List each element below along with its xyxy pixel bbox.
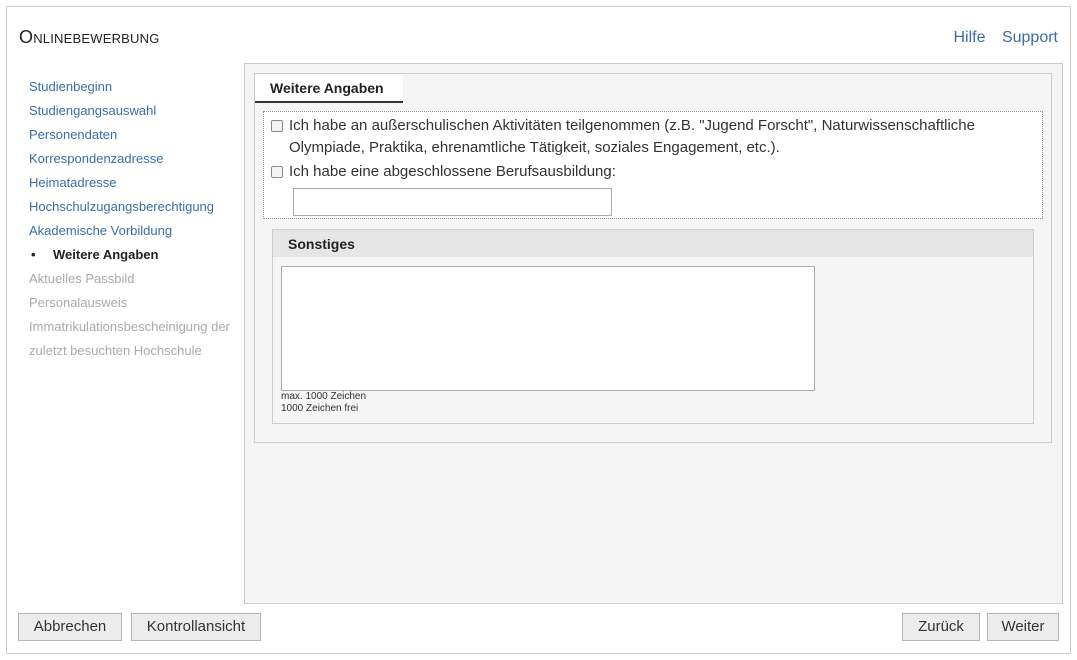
nav-item-studienbeginn[interactable]: Studienbeginn (29, 75, 239, 99)
nav-item-personalausweis: Personalausweis (29, 295, 128, 310)
app-title: Onlinebewerbung (19, 27, 160, 47)
application-window: Onlinebewerbung Hilfe Support Studienbeg… (6, 6, 1071, 654)
weitere-angaben-panel: Weitere Angaben Ich habe an außerschulis… (254, 73, 1052, 443)
nav-item-weitere-angaben: • Weitere Angaben (29, 243, 239, 267)
vocational-training-checkbox[interactable] (271, 166, 283, 178)
sonstiges-header: Sonstiges (273, 230, 1033, 257)
extracurricular-label: Ich habe an außerschulischen Aktivitäten… (289, 117, 975, 156)
extracurricular-row: Ich habe an außerschulischen Aktivitäten… (271, 115, 1031, 159)
help-link[interactable]: Hilfe (953, 29, 985, 46)
nav-item-hochschulzugangsberechtigung[interactable]: Hochschulzugangsberechtigung (29, 195, 239, 219)
header-links: Hilfe Support (941, 29, 1058, 47)
cancel-button[interactable]: Abbrechen (18, 613, 122, 641)
nav-item-studiengangsauswahl[interactable]: Studiengangsauswahl (29, 99, 239, 123)
review-view-button[interactable]: Kontrollansicht (131, 613, 261, 641)
nav-item-aktuelles-passbild: Aktuelles Passbild (29, 271, 135, 286)
extracurricular-checkbox[interactable] (271, 120, 283, 132)
sonstiges-textarea[interactable] (281, 266, 815, 391)
main-content: Weitere Angaben Ich habe an außerschulis… (244, 63, 1063, 604)
nav-item-personendaten[interactable]: Personendaten (29, 123, 239, 147)
nav-item-immatrikulationsbescheinigung: Immatrikulationsbescheinigung der zuletz… (29, 319, 230, 358)
nav-item-label: Weitere Angaben (53, 247, 159, 262)
nav-item-heimatadresse[interactable]: Heimatadresse (29, 171, 239, 195)
vocational-training-label: Ich habe eine abgeschlossene Berufsausbi… (289, 163, 616, 180)
tab-weitere-angaben[interactable]: Weitere Angaben (255, 74, 403, 103)
vocational-training-row: Ich habe eine abgeschlossene Berufsausbi… (271, 161, 1031, 183)
step-navigation: Studienbeginn Studiengangsauswahl Person… (29, 75, 239, 363)
active-bullet: • (31, 247, 36, 262)
next-button[interactable]: Weiter (987, 613, 1059, 641)
support-link[interactable]: Support (1002, 29, 1058, 46)
back-button[interactable]: Zurück (902, 613, 980, 641)
activities-group: Ich habe an außerschulischen Aktivitäten… (263, 111, 1043, 219)
vocational-training-input[interactable] (293, 188, 612, 216)
nav-item-korrespondenzadresse[interactable]: Korrespondenzadresse (29, 147, 239, 171)
remaining-chars-hint: 1000 Zeichen frei (281, 403, 359, 414)
max-chars-hint: max. 1000 Zeichen (281, 391, 367, 402)
sonstiges-section: Sonstiges max. 1000 Zeichen 1000 Zeichen… (272, 229, 1034, 424)
nav-item-akademische-vorbildung[interactable]: Akademische Vorbildung (29, 219, 239, 243)
